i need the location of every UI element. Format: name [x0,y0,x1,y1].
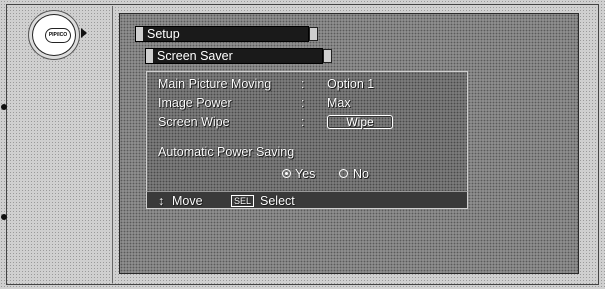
divider-line [112,6,113,283]
remote-pad: PIP/ICO [32,14,76,56]
remote-button-label: PIP/ICO [45,28,71,43]
menu-tab-end [309,27,318,41]
wipe-button[interactable]: Wipe [327,115,393,129]
play-arrow-icon [81,28,87,38]
sel-key-icon: SEL [231,195,255,207]
menu-tab-corner [136,27,143,41]
select-hint-label: Select [260,194,295,208]
row-separator: : [301,77,305,91]
move-icon: ↕ [158,194,165,208]
move-hint: Move [172,194,203,208]
margin-dot [1,104,7,110]
radio-yes[interactable] [282,169,291,178]
select-hint: SEL Select [231,194,295,208]
submenu-title-screen-saver[interactable]: Screen Saver [145,48,332,64]
row-separator: : [301,115,305,129]
radio-yes-label: Yes [295,167,316,181]
row-label-main-picture-moving: Main Picture Moving [158,77,272,91]
submenu-tab-end [323,49,332,63]
submenu-tab-corner [146,49,153,63]
remote-button-icon: PIP/ICO [28,12,90,56]
row-separator: : [301,96,305,110]
menu-title-label: Setup [147,27,180,41]
menu-title-setup[interactable]: Setup [135,26,318,42]
row-label-image-power: Image Power [158,96,232,110]
row-value-main-picture-moving[interactable]: Option 1 [327,77,374,91]
submenu-title-label: Screen Saver [157,49,233,63]
row-value-image-power[interactable]: Max [327,96,351,110]
radio-no-label: No [353,167,369,181]
power-saving-label: Automatic Power Saving [158,145,295,159]
radio-no[interactable] [339,169,348,178]
margin-dot [1,214,7,220]
row-label-screen-wipe: Screen Wipe [158,115,230,129]
